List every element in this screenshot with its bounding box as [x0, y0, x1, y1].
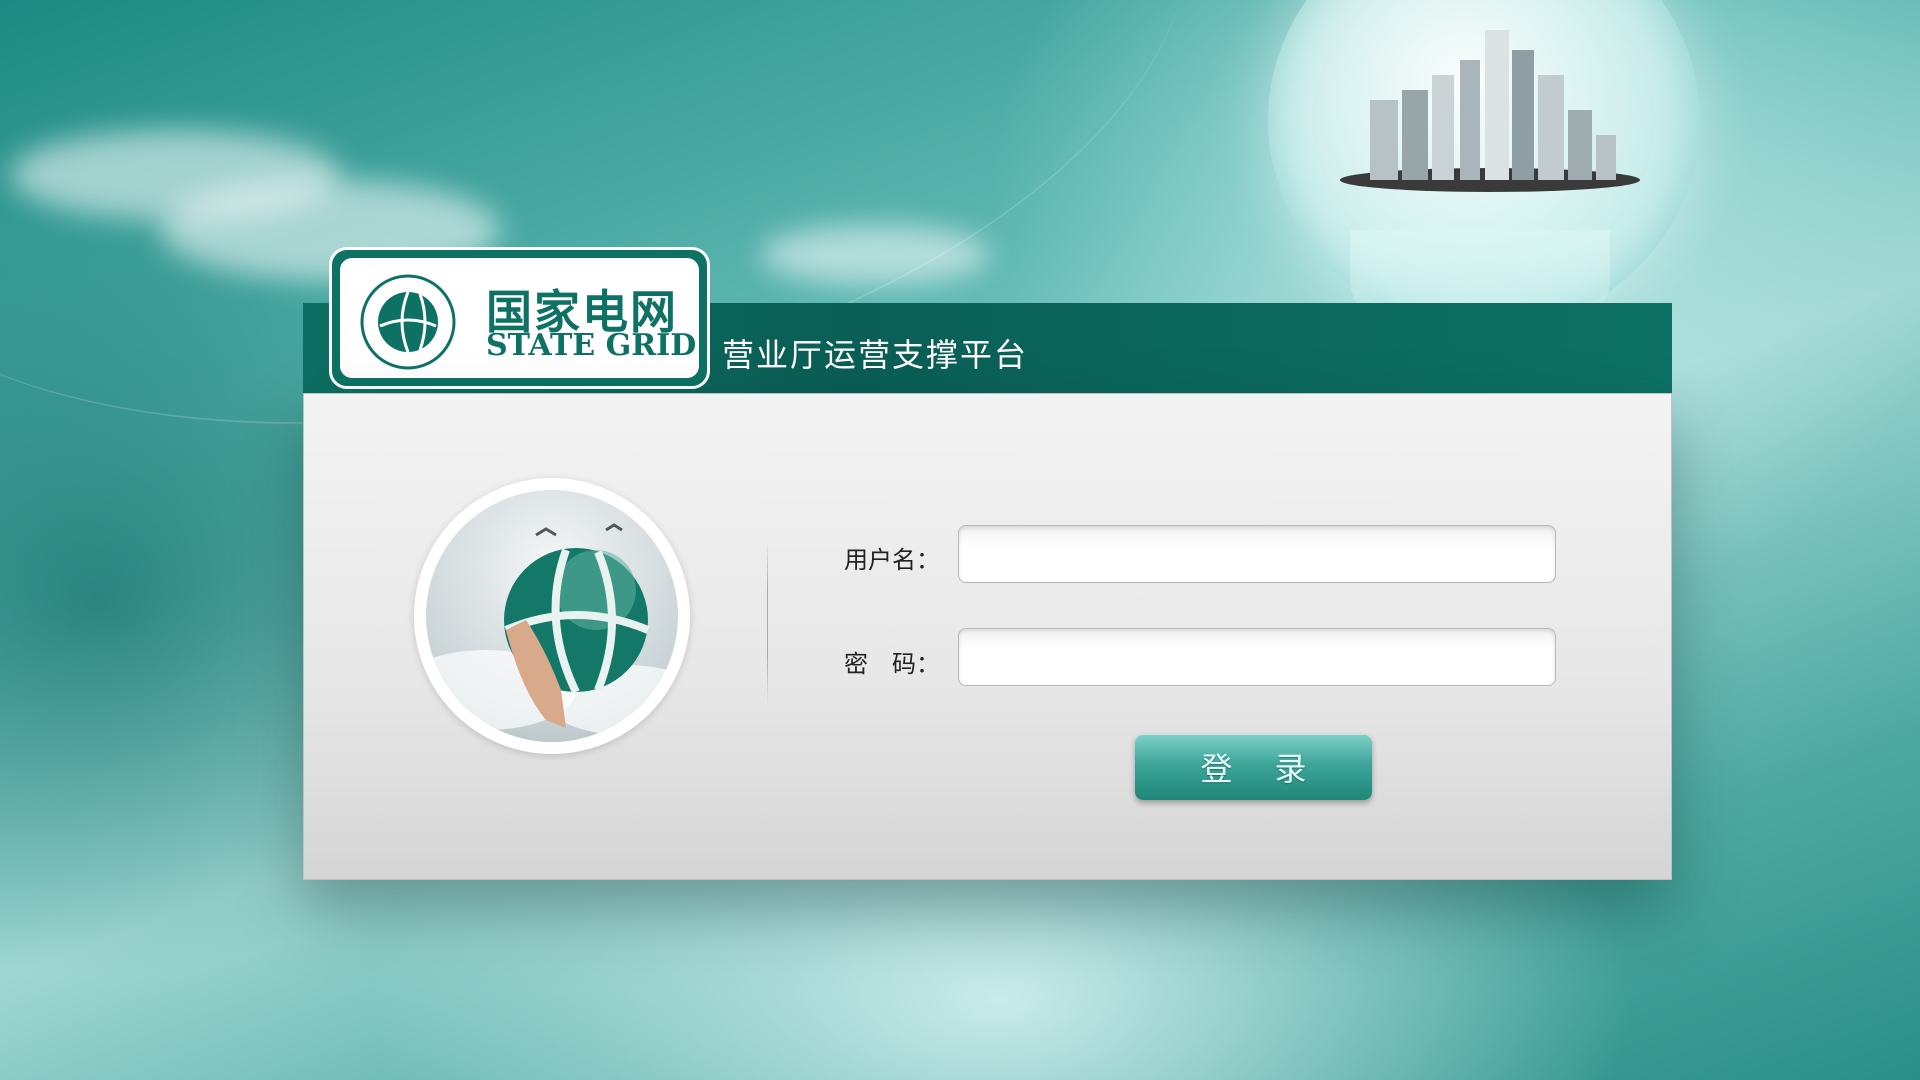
city-image	[1340, 30, 1640, 192]
app-title: 营业厅运营支撑平台	[722, 336, 1029, 374]
password-label: 密 码：	[844, 650, 940, 678]
divider	[767, 540, 768, 705]
state-grid-logo: 国家电网 STATE GRID	[329, 247, 710, 389]
logo-plate: 国家电网 STATE GRID	[340, 258, 699, 378]
login-button[interactable]: 登录	[1135, 734, 1372, 800]
logo-name-en: STATE GRID	[486, 328, 697, 363]
globe-in-hands-image	[426, 523, 678, 735]
state-grid-globe-icon	[360, 274, 456, 370]
username-input[interactable]	[958, 525, 1556, 583]
password-input[interactable]	[958, 628, 1556, 686]
username-label: 用户名：	[844, 546, 940, 574]
avatar-image	[426, 490, 678, 742]
cloud	[760, 225, 990, 285]
